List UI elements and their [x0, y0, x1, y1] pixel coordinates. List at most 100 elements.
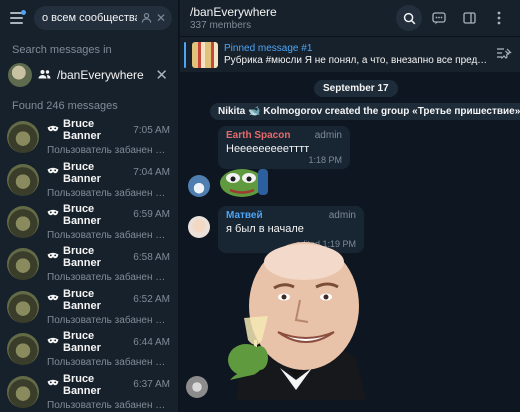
pinned-indicator — [184, 41, 186, 68]
search-result-item[interactable]: Bruce Banner 7:05 AM Пользователь забанен … — [0, 116, 178, 158]
sender-avatar[interactable] — [188, 175, 210, 197]
result-snippet: Пользователь забанен по всем сообществам — [47, 145, 170, 157]
sender-name[interactable]: Матвей — [226, 210, 263, 221]
result-snippet: Пользователь забанен по всем сообществам — [47, 229, 170, 241]
search-result-item[interactable]: Bruce Banner 6:37 AM Пользователь забанен … — [0, 370, 178, 412]
message-text: Heeeeeeeeeтттт — [226, 143, 310, 155]
search-result-item[interactable]: Bruce Banner 6:59 AM Пользователь забанен … — [0, 201, 178, 243]
mask-icon — [47, 252, 59, 263]
user-avatar — [7, 248, 39, 281]
sender-role: admin — [314, 130, 342, 141]
mask-icon — [47, 167, 59, 178]
result-sender: Bruce Banner — [63, 287, 101, 312]
message-text: я был в начале — [226, 223, 304, 235]
pinned-title: Pinned message #1 — [224, 43, 313, 54]
search-icon[interactable] — [396, 5, 422, 31]
date-separator: September 17 — [314, 80, 398, 97]
result-time: 6:52 AM — [133, 294, 170, 306]
result-sender: Bruce Banner — [63, 330, 101, 355]
sender-role: admin — [328, 210, 356, 221]
search-messages-in-label: Search messages in — [12, 44, 112, 56]
pin-list-icon[interactable] — [496, 47, 512, 63]
result-snippet: Пользователь забанен по всем сообществам — [47, 187, 170, 199]
comments-icon[interactable] — [426, 5, 452, 31]
found-count: Found 246 messages — [12, 100, 118, 112]
result-body: Bruce Banner 7:05 AM Пользователь забанен … — [47, 118, 170, 156]
result-body: Bruce Banner 6:44 AM Пользователь забанен … — [47, 330, 170, 368]
result-time: 7:04 AM — [133, 167, 170, 179]
close-icon[interactable]: ✕ — [156, 12, 166, 24]
result-header: Bruce Banner 6:44 AM — [47, 330, 170, 354]
user-filter-icon[interactable] — [141, 12, 152, 25]
member-count: 337 members — [190, 20, 252, 31]
result-body: Bruce Banner 6:37 AM Пользователь забанен … — [47, 373, 170, 411]
mask-icon — [47, 294, 59, 305]
search-chat-filter[interactable]: /banEverywhere ✕ — [0, 58, 178, 92]
result-sender: Bruce Banner — [63, 245, 101, 270]
user-avatar — [7, 290, 39, 323]
result-body: Bruce Banner 7:04 AM Пользователь забанен … — [47, 161, 170, 199]
chat-title-block[interactable]: /banEverywhere 337 members — [190, 5, 392, 31]
face-sticker[interactable] — [216, 240, 376, 400]
user-avatar — [7, 333, 39, 366]
result-header: Bruce Banner 6:37 AM — [47, 373, 170, 397]
result-snippet: Пользователь забанен по всем сообществам — [47, 314, 170, 326]
chat-panel: /banEverywhere 337 members Pinned messag… — [180, 0, 520, 412]
result-time: 6:59 AM — [133, 209, 170, 221]
search-query[interactable]: о всем сообществам — [42, 12, 137, 24]
mask-icon — [47, 337, 59, 348]
pinned-message-bar[interactable]: Pinned message #1 Рубрика #мюсли Я не по… — [180, 36, 520, 72]
result-sender: Bruce Banner — [63, 202, 101, 227]
result-header: Bruce Banner 7:05 AM — [47, 118, 170, 142]
user-avatar — [7, 163, 39, 196]
mask-icon — [47, 379, 59, 390]
people-icon — [38, 69, 51, 82]
result-header: Bruce Banner 7:04 AM — [47, 161, 170, 185]
mask-icon — [47, 125, 59, 136]
chat-avatar — [8, 63, 32, 87]
message-header: Earth Spacon admin — [226, 130, 342, 141]
result-header: Bruce Banner 6:59 AM — [47, 203, 170, 227]
sidebar-icon[interactable] — [456, 5, 482, 31]
menu-icon[interactable] — [6, 7, 28, 29]
pinned-text: Рубрика #мюсли Я не понял, а что, внезап… — [224, 55, 490, 66]
result-body: Bruce Banner 6:59 AM Пользователь забанен … — [47, 203, 170, 241]
pepe-sticker[interactable] — [218, 163, 270, 199]
mask-icon — [47, 209, 59, 220]
result-header: Bruce Banner 6:58 AM — [47, 245, 170, 269]
pinned-body: Pinned message #1 Рубрика #мюсли Я не по… — [224, 43, 490, 66]
left-topbar: о всем сообществам ✕ — [0, 0, 178, 36]
result-body: Bruce Banner 6:52 AM Пользователь забанен … — [47, 288, 170, 326]
result-sender: Bruce Banner — [63, 160, 101, 185]
sender-avatar[interactable] — [186, 376, 208, 398]
result-snippet: Пользователь забанен по всем сообществам — [47, 399, 170, 411]
more-icon[interactable] — [486, 5, 512, 31]
sender-avatar[interactable] — [188, 216, 210, 238]
sender-name[interactable]: Earth Spacon — [226, 130, 290, 141]
user-avatar — [7, 121, 39, 154]
result-time: 7:05 AM — [133, 124, 170, 136]
result-snippet: Пользователь забанен по всем сообществам — [47, 357, 170, 369]
close-icon[interactable]: ✕ — [155, 66, 168, 84]
search-result-item[interactable]: Bruce Banner 6:58 AM Пользователь забанен … — [0, 243, 178, 285]
result-time: 6:58 AM — [133, 251, 170, 263]
message-header: Матвей admin — [226, 210, 356, 221]
search-result-item[interactable]: Bruce Banner 7:04 AM Пользователь забанен … — [0, 158, 178, 200]
result-time: 6:44 AM — [133, 336, 170, 348]
result-header: Bruce Banner 6:52 AM — [47, 288, 170, 312]
pinned-thumbnail — [192, 41, 218, 68]
search-input[interactable]: о всем сообществам ✕ — [34, 6, 172, 30]
filter-chat-name: /banEverywhere — [57, 68, 144, 82]
result-sender: Bruce Banner — [63, 118, 101, 143]
search-result-item[interactable]: Bruce Banner 6:52 AM Пользователь забанен … — [0, 286, 178, 328]
service-message: Nikita 🐋 Kolmogorov created the group «Т… — [210, 103, 520, 120]
user-avatar — [7, 375, 39, 408]
result-snippet: Пользователь забанен по всем сообществам — [47, 272, 170, 284]
result-time: 6:37 AM — [133, 379, 170, 391]
user-avatar — [7, 205, 39, 238]
left-panel: о всем сообществам ✕ Search messages in … — [0, 0, 179, 412]
chat-title: /banEverywhere — [190, 5, 277, 19]
chat-header[interactable]: /banEverywhere 337 members — [180, 0, 520, 36]
results-list: Bruce Banner 7:05 AM Пользователь забанен … — [0, 116, 178, 412]
search-result-item[interactable]: Bruce Banner 6:44 AM Пользователь забанен … — [0, 328, 178, 370]
